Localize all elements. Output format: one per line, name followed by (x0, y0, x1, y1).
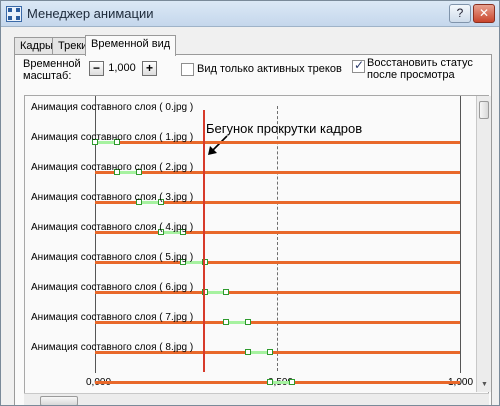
restore-status-label: Восстановить статус после просмотра (367, 57, 473, 81)
app-icon (6, 6, 22, 22)
restore-status-checkbox[interactable] (352, 58, 365, 73)
frame-scroll-playhead[interactable] (202, 110, 205, 372)
timeline-area[interactable]: 0,000 0,500 1,000 Бегунок прокрутки кадр… (24, 95, 489, 405)
axis-mid-line (277, 106, 278, 371)
keyframe-marker[interactable] (223, 319, 230, 325)
title-bar[interactable]: Менеджер анимации ? ✕ (1, 1, 499, 27)
track-name: Анимация составного слоя ( 8.jpg ) (31, 342, 194, 353)
time-scale-value[interactable]: 1,000 (107, 62, 137, 74)
window-title: Менеджер анимации (27, 6, 154, 21)
track-name: Анимация составного слоя ( 2.jpg ) (31, 162, 194, 173)
time-scale-plus-button[interactable]: + (142, 61, 157, 76)
tab-timeline-view[interactable]: Временной вид (85, 35, 177, 56)
horizontal-scroll-thumb[interactable] (40, 396, 78, 405)
keyframe-marker[interactable] (245, 349, 252, 355)
track-name: Анимация составного слоя ( 5.jpg ) (31, 252, 194, 263)
annotation-arrow-icon (208, 135, 228, 155)
axis-end-line (460, 96, 461, 373)
vertical-scrollbar[interactable]: ▲ ▼ (476, 96, 491, 392)
animation-manager-window: Менеджер анимации ? ✕ Кадры Треки Времен… (0, 0, 500, 406)
keyframe-marker[interactable] (223, 289, 230, 295)
horizontal-scrollbar[interactable] (24, 393, 489, 405)
keyframe-marker[interactable] (267, 379, 274, 385)
keyframe-marker[interactable] (245, 319, 252, 325)
track-name: Анимация составного слоя ( 3.jpg ) (31, 192, 194, 203)
keyframe-marker[interactable] (267, 349, 274, 355)
track-name: Анимация составного слоя ( 1.jpg ) (31, 132, 194, 143)
active-tracks-only-label: Вид только активных треков (197, 63, 342, 75)
keyframe-marker[interactable] (289, 379, 296, 385)
time-scale-minus-button[interactable]: − (89, 61, 104, 76)
track-name: Анимация составного слоя ( 6.jpg ) (31, 282, 194, 293)
vertical-scroll-thumb[interactable] (479, 101, 489, 119)
close-button[interactable]: ✕ (473, 4, 495, 23)
help-button[interactable]: ? (449, 4, 471, 23)
track-name: Анимация составного слоя ( 7.jpg ) (31, 312, 194, 323)
time-scale-label: Временной масштаб: (23, 58, 81, 82)
active-tracks-only-checkbox[interactable] (181, 63, 194, 76)
track-name: Анимация составного слоя ( 4.jpg ) (31, 222, 194, 233)
scroll-down-icon[interactable]: ▼ (477, 377, 492, 392)
track-name: Анимация составного слоя ( 0.jpg ) (31, 102, 194, 113)
